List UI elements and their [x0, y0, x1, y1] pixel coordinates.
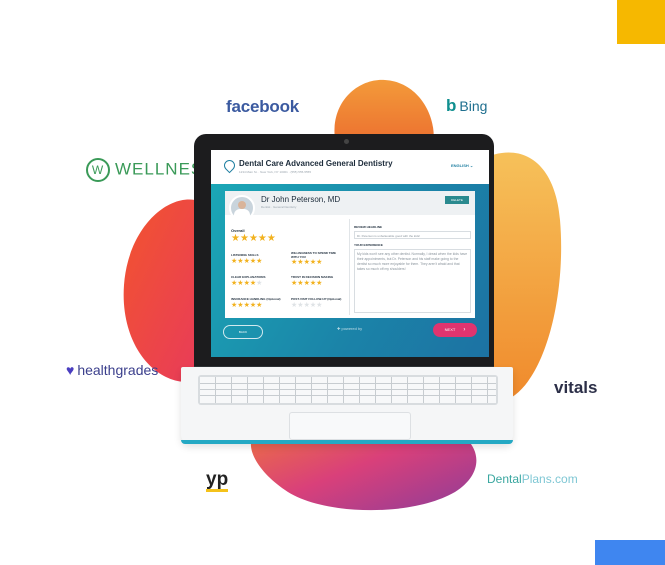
rating-stars-explanations[interactable]: ★★★★★	[231, 280, 262, 287]
powered-by-text: powered by	[341, 326, 363, 331]
powered-by-label: ✚ powered by	[337, 326, 362, 331]
avatar-head-icon	[238, 201, 246, 209]
rating-label-trust: TRUST IN DECISION MAKING	[291, 275, 334, 279]
review-card: Dr John Peterson, MD Dentist · General D…	[225, 191, 475, 318]
trackpad	[289, 412, 411, 440]
rating-stars-listening[interactable]: ★★★★★	[231, 258, 262, 265]
language-select[interactable]: ENGLISH ⌄	[451, 163, 473, 168]
review-headline-label: REVIEW HEADLINE	[354, 225, 383, 229]
vitals-logo: vitals	[554, 378, 598, 397]
review-headline-input[interactable]: Dr. Peterson is unbelievable good with t…	[354, 231, 471, 239]
dentalplans-logo-text-a: Dental	[487, 472, 522, 486]
rating-label-listening: LISTENING SKILLS	[231, 253, 259, 257]
star-icon[interactable]: ★	[240, 233, 249, 244]
next-button-label: NEXT	[444, 327, 456, 332]
delete-button[interactable]: DELETE	[445, 196, 469, 204]
star-icon[interactable]: ★	[267, 233, 276, 244]
laptop-screen: Dental Care Advanced General Dentistry 1…	[211, 150, 489, 357]
healthgrades-logo: ♥ healthgrades	[66, 362, 158, 378]
back-button[interactable]: BACK	[223, 325, 263, 339]
star-icon[interactable]: ★	[249, 233, 258, 244]
laptop-accent-edge	[181, 440, 513, 444]
your-experience-label: YOUR EXPERIENCE	[354, 243, 383, 247]
bing-icon: b	[446, 96, 457, 115]
healthgrades-logo-text: healthgrades	[77, 362, 159, 378]
rating-stars-trust[interactable]: ★★★★★	[291, 280, 322, 287]
star-icon[interactable]: ★	[256, 302, 262, 309]
rating-stars-insurance[interactable]: ★★★★★	[231, 302, 262, 309]
rating-label-insurance: INSURANCE HANDLING (Optional)	[231, 297, 281, 301]
rating-stars-followup[interactable]: ★★★★★	[291, 302, 322, 309]
camera-icon	[344, 139, 349, 144]
column-divider	[349, 219, 350, 315]
location-pin-icon	[221, 157, 238, 174]
overall-rating-stars[interactable]: ★★★★★	[231, 234, 276, 244]
clinic-address: 1234 Main St. · New York, NY 10001 · (55…	[239, 170, 311, 174]
star-icon[interactable]: ★	[316, 259, 322, 266]
dentalplans-logo: DentalPlans.com	[487, 472, 578, 486]
star-icon[interactable]: ★	[316, 302, 322, 309]
star-icon[interactable]: ★	[256, 280, 262, 287]
plus-icon: ✚	[337, 326, 341, 331]
bing-logo: b Bing	[446, 96, 487, 116]
app-header: Dental Care Advanced General Dentistry 1…	[211, 150, 489, 185]
dentalplans-logo-text-b: Plans.com	[521, 472, 578, 486]
doctor-name: Dr John Peterson, MD	[261, 195, 341, 204]
chevron-right-icon: ›	[463, 327, 466, 333]
keyboard-row-divider	[200, 383, 496, 384]
rating-label-explanations: CLEAR EXPLANATIONS	[231, 275, 266, 279]
doctor-header: Dr John Peterson, MD Dentist · General D…	[225, 191, 475, 221]
star-icon[interactable]: ★	[256, 258, 262, 265]
next-button[interactable]: NEXT ›	[433, 323, 477, 337]
star-icon[interactable]: ★	[316, 280, 322, 287]
keyboard-keys	[200, 377, 496, 403]
keyboard-row-divider	[200, 389, 496, 390]
rating-label-followup: POST-VISIT FOLLOW-UP (Optional)	[291, 297, 342, 301]
avatar	[229, 195, 255, 221]
keyboard-row-divider	[200, 395, 496, 396]
wellness-icon: W	[86, 158, 110, 182]
your-experience-textarea[interactable]: My kids won't see any other dentist. Nor…	[354, 249, 471, 313]
rating-stars-willingness[interactable]: ★★★★★	[291, 259, 322, 266]
facebook-logo: facebook	[226, 97, 300, 116]
star-icon[interactable]: ★	[258, 233, 267, 244]
avatar-coat-icon	[234, 209, 250, 219]
yp-logo: yp	[206, 469, 229, 492]
rating-label-willingness: WILLINGNESS TO SPEND TIME WITH YOU	[291, 251, 336, 259]
doctor-subtitle: Dentist · General Dentistry	[261, 205, 297, 209]
language-select-label: ENGLISH	[451, 163, 469, 168]
star-icon[interactable]: ★	[231, 233, 240, 244]
bing-logo-text: Bing	[459, 98, 488, 114]
chevron-down-icon: ⌄	[469, 163, 474, 168]
heart-icon: ♥	[66, 362, 75, 378]
clinic-name: Dental Care Advanced General Dentistry	[239, 159, 393, 168]
